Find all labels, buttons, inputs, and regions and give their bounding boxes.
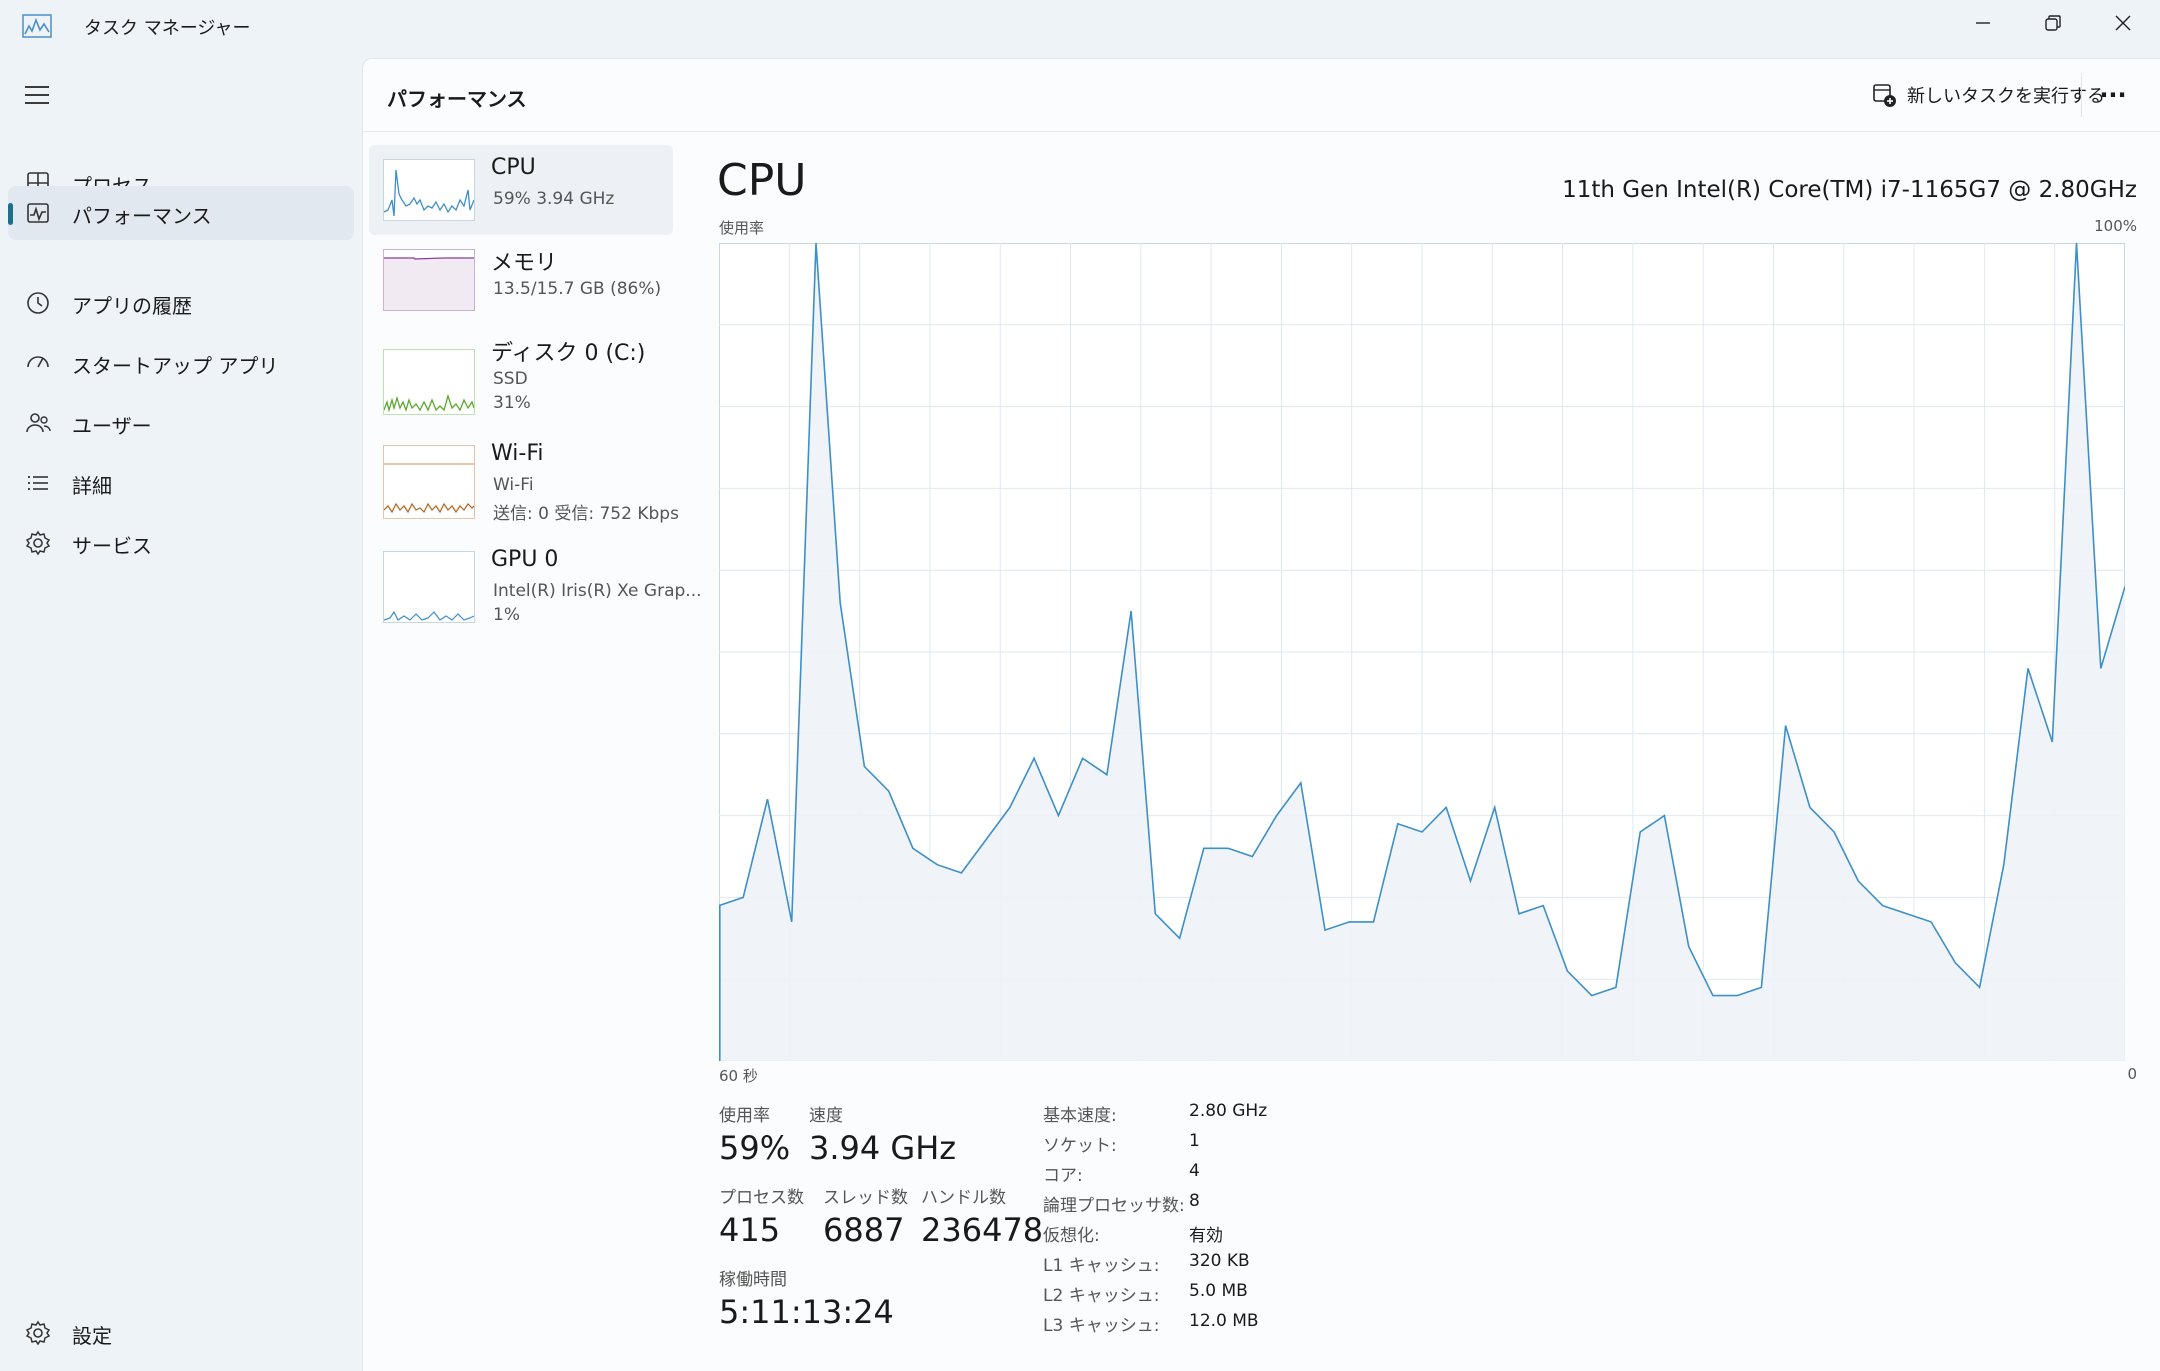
restore-button[interactable] <box>2020 0 2086 46</box>
users-icon <box>26 413 51 433</box>
startup-icon <box>27 356 49 368</box>
minimize-button[interactable] <box>1950 0 2016 46</box>
detail-title: CPU <box>717 155 807 206</box>
device-detail: 13.5/15.7 GB (86%) <box>493 279 662 299</box>
sidebar-item-label: 詳細 <box>72 474 112 498</box>
app-title: タスク マネージャー <box>84 18 251 39</box>
y-axis-label: 使用率 <box>719 219 765 237</box>
x-axis-right-label: 0 <box>2127 1065 2137 1083</box>
sidebar-item-label: スタートアップ アプリ <box>72 354 279 378</box>
threads-value: 6887 <box>823 1211 905 1249</box>
sidebar-item-label: 設定 <box>72 1324 112 1348</box>
device-usage: 1% <box>493 605 520 625</box>
cpu-thumbnail-graph <box>383 159 475 221</box>
usage-label: 使用率 <box>719 1106 770 1126</box>
spec-label: コア: <box>1043 1166 1083 1186</box>
memory-thumbnail-graph <box>383 249 475 311</box>
spec-label: L3 キャッシュ: <box>1043 1316 1160 1336</box>
spec-label: L2 キャッシュ: <box>1043 1286 1160 1306</box>
spec-label: 仮想化: <box>1043 1226 1100 1246</box>
services-icon <box>25 530 51 556</box>
disk-thumbnail-graph <box>383 349 475 415</box>
speed-value: 3.94 GHz <box>809 1129 957 1167</box>
handles-label: ハンドル数 <box>921 1188 1006 1208</box>
spec-value: 5.0 MB <box>1189 1281 1248 1301</box>
sidebar-item-label: パフォーマンス <box>72 204 212 228</box>
performance-icon <box>27 203 49 223</box>
run-new-task-button[interactable]: 新しいタスクを実行する <box>1863 75 2113 115</box>
close-icon <box>2115 15 2131 31</box>
settings-gear-icon <box>25 1320 51 1346</box>
sidebar-item-label: アプリの履歴 <box>72 294 192 318</box>
spec-value: 4 <box>1189 1161 1200 1181</box>
title-bar: タスク マネージャー <box>0 0 2160 58</box>
device-throughput: 送信: 0 受信: 752 Kbps <box>493 504 679 524</box>
processes-value: 415 <box>719 1211 781 1249</box>
device-item-disk[interactable]: ディスク 0 (C:) SSD 31% <box>369 325 673 415</box>
sidebar-item-settings[interactable]: 設定 <box>8 1306 354 1360</box>
device-name: メモリ <box>491 251 558 276</box>
sidebar-item-details[interactable]: 詳細 <box>8 456 354 510</box>
device-usage: 31% <box>493 393 531 413</box>
device-item-cpu[interactable]: CPU 59% 3.94 GHz <box>369 145 673 235</box>
spec-value: 2.80 GHz <box>1189 1101 1268 1121</box>
more-options-button[interactable]: ··· <box>2093 77 2133 113</box>
uptime-value: 5:11:13:24 <box>719 1293 894 1331</box>
header-divider <box>2081 73 2082 117</box>
main-panel: パフォーマンス 新しいタスクを実行する ··· CPU 59% 3.94 GHz… <box>362 58 2160 1371</box>
page-title: パフォーマンス <box>387 87 527 111</box>
sidebar-item-services[interactable]: サービス <box>8 516 354 570</box>
wifi-thumbnail-graph <box>383 445 475 519</box>
run-task-icon <box>1873 84 1896 107</box>
handles-value: 236478 <box>921 1211 1044 1249</box>
hamburger-menu-icon[interactable] <box>22 80 52 110</box>
close-button[interactable] <box>2090 0 2156 46</box>
device-detail: SSD <box>493 369 528 389</box>
sidebar-item-startup-apps[interactable]: スタートアップ アプリ <box>8 336 354 390</box>
spec-value: 320 KB <box>1189 1251 1250 1271</box>
cpu-usage-chart <box>719 243 2125 1061</box>
device-name: Wi-Fi <box>491 441 544 466</box>
active-indicator <box>8 203 13 225</box>
minimize-icon <box>1976 22 1990 24</box>
task-manager-app-icon <box>22 14 52 38</box>
page-header: パフォーマンス 新しいタスクを実行する ··· <box>363 59 2160 132</box>
device-item-wifi[interactable]: Wi-Fi Wi-Fi 送信: 0 受信: 752 Kbps <box>369 431 679 524</box>
usage-value: 59% <box>719 1129 791 1167</box>
sidebar-item-users[interactable]: ユーザー <box>8 396 354 450</box>
speed-label: 速度 <box>809 1106 843 1126</box>
device-detail: Intel(R) Iris(R) Xe Grap... <box>493 581 702 601</box>
restore-icon <box>2045 15 2061 31</box>
details-icon <box>28 476 48 490</box>
spec-value: 有効 <box>1189 1226 1223 1246</box>
sidebar: プロセス パフォーマンス アプリの履歴 スタートアップ アプリ ユーザー 詳細 … <box>0 58 360 1370</box>
device-name: ディスク 0 (C:) <box>491 341 646 366</box>
device-item-gpu[interactable]: GPU 0 Intel(R) Iris(R) Xe Grap... 1% <box>369 537 702 627</box>
cpu-model-name: 11th Gen Intel(R) Core(TM) i7-1165G7 @ 2… <box>1562 177 2137 203</box>
gpu-thumbnail-graph <box>383 551 475 623</box>
spec-label: 論理プロセッサ数: <box>1043 1196 1185 1216</box>
run-task-label: 新しいタスクを実行する <box>1907 86 2105 107</box>
sidebar-item-performance[interactable]: パフォーマンス <box>8 186 354 240</box>
device-detail: 59% 3.94 GHz <box>493 189 615 209</box>
spec-value: 12.0 MB <box>1189 1311 1259 1331</box>
history-icon <box>27 292 49 314</box>
threads-label: スレッド数 <box>823 1188 908 1208</box>
x-axis-left-label: 60 秒 <box>719 1067 758 1085</box>
y-axis-max-label: 100% <box>2094 217 2137 235</box>
device-name: GPU 0 <box>491 547 559 572</box>
processes-label: プロセス数 <box>719 1188 804 1208</box>
device-detail: Wi-Fi <box>493 475 534 495</box>
uptime-label: 稼働時間 <box>719 1270 787 1290</box>
sidebar-item-app-history[interactable]: アプリの履歴 <box>8 276 354 330</box>
device-item-memory[interactable]: メモリ 13.5/15.7 GB (86%) <box>369 235 673 325</box>
spec-value: 1 <box>1189 1131 1200 1151</box>
spec-label: 基本速度: <box>1043 1106 1117 1126</box>
spec-value: 8 <box>1189 1191 1200 1211</box>
sidebar-item-label: サービス <box>72 534 152 558</box>
spec-label: L1 キャッシュ: <box>1043 1256 1160 1276</box>
device-name: CPU <box>491 155 536 180</box>
sidebar-item-label: ユーザー <box>72 414 152 438</box>
spec-label: ソケット: <box>1043 1136 1117 1156</box>
